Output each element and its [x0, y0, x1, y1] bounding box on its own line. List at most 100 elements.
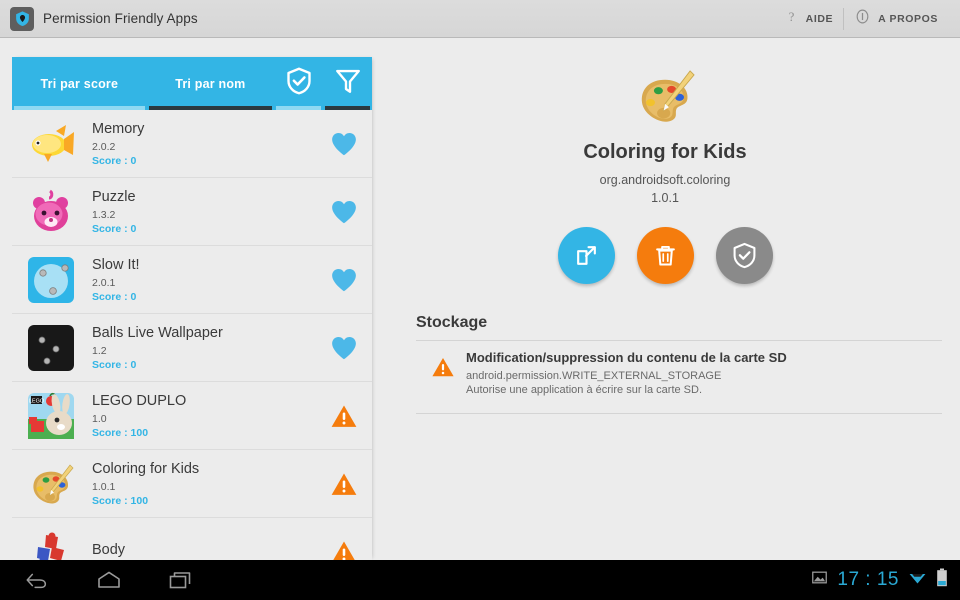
list-item-meta: Balls Live Wallpaper 1.2 Score : 0 [76, 324, 316, 371]
tab-shield-filter[interactable] [274, 57, 323, 110]
tab-sort-by-score[interactable]: Tri par score [12, 57, 147, 110]
app-window: Permission Friendly Apps ? AIDE A PROPOS… [0, 0, 960, 600]
launch-app-button[interactable] [557, 227, 615, 284]
home-button[interactable] [94, 567, 124, 593]
status-badge[interactable] [316, 333, 372, 363]
section-title: Stockage [416, 314, 488, 331]
list-item[interactable]: Memory 2.0.2 Score : 0 [12, 110, 372, 178]
app-score: Score : 0 [92, 223, 137, 236]
window-title: Permission Friendly Apps [43, 11, 198, 26]
storage-section: Stockage Modification/suppression du con… [416, 314, 942, 414]
list-item-meta: Coloring for Kids 1.0.1 Score : 100 [76, 460, 316, 507]
status-badge[interactable] [316, 538, 372, 560]
battery-icon[interactable] [936, 568, 948, 592]
app-score: Score : 0 [92, 155, 137, 168]
app-detail-panel: Coloring for Kids org.androidsoft.colori… [380, 45, 950, 560]
heart-icon [332, 132, 356, 155]
list-item[interactable]: Coloring for Kids 1.0.1 Score : 100 [12, 450, 372, 518]
puzzle-pieces-icon [26, 527, 76, 560]
status-badge[interactable] [316, 197, 372, 227]
tab-sort-by-name[interactable]: Tri par nom [147, 57, 274, 110]
open-external-icon [576, 246, 596, 265]
app-name: LEGO DUPLO [92, 392, 187, 409]
list-item-meta: Memory 2.0.2 Score : 0 [76, 120, 316, 167]
status-badge[interactable] [316, 129, 372, 159]
palette-icon [26, 459, 76, 509]
shield-check-icon [733, 242, 755, 269]
app-version: 2.0.1 [92, 277, 116, 290]
app-name: Balls Live Wallpaper [92, 324, 223, 341]
fish-icon [26, 119, 76, 169]
about-action[interactable]: A PROPOS [844, 0, 948, 37]
permission-constant: android.permission.WRITE_EXTERNAL_STORAG… [466, 370, 722, 382]
app-list-panel: Tri par score Tri par nom Memory 2.0.2 S… [12, 57, 372, 560]
permission-divider [416, 413, 942, 414]
list-item[interactable]: Balls Live Wallpaper 1.2 Score : 0 [12, 314, 372, 382]
warning-triangle-icon [331, 473, 357, 495]
app-version: 1.3.2 [92, 209, 116, 222]
info-circle-icon [854, 8, 871, 30]
list-item[interactable]: Slow It! 2.0.1 Score : 0 [12, 246, 372, 314]
tab-funnel-filter[interactable] [323, 57, 372, 110]
system-clock: 17 : 15 [837, 569, 899, 590]
list-item-meta: Slow It! 2.0.1 Score : 0 [76, 256, 316, 303]
title-bar-actions: ? AIDE A PROPOS [774, 0, 960, 37]
app-score: Score : 0 [92, 291, 137, 304]
list-item-meta: Body [76, 541, 316, 560]
tab-bar: Tri par score Tri par nom [12, 57, 372, 110]
app-list[interactable]: Memory 2.0.2 Score : 0 Puzzle 1.3.2 Scor… [12, 110, 372, 560]
recents-button[interactable] [166, 567, 196, 593]
trash-icon [655, 245, 675, 266]
system-navigation-bar: 17 : 15 [0, 560, 960, 600]
tab-sort-by-name-label: Tri par nom [175, 76, 246, 91]
title-bar-left: Permission Friendly Apps [0, 6, 198, 31]
app-version: 1.0 [92, 413, 107, 426]
permission-item[interactable]: Modification/suppression du contenu de l… [416, 341, 942, 405]
question-mark-icon: ? [784, 8, 799, 30]
system-status-area: 17 : 15 [811, 568, 960, 592]
list-item[interactable]: Body [12, 518, 372, 560]
shield-icon [10, 6, 34, 31]
back-button[interactable] [22, 567, 52, 593]
tab-sort-by-score-label: Tri par score [40, 76, 119, 91]
permission-title: Modification/suppression du contenu de l… [466, 350, 787, 365]
app-name: Coloring for Kids [92, 460, 200, 477]
list-item[interactable]: LEGO LEGO DUPLO 1.0 Score: 100 [12, 382, 372, 450]
app-name: Puzzle [92, 188, 136, 205]
warning-triangle-icon [420, 350, 466, 396]
help-action[interactable]: ? AIDE [774, 0, 844, 37]
shield-check-button[interactable] [715, 227, 773, 284]
wifi-icon[interactable] [908, 570, 927, 591]
palette-icon [632, 63, 698, 129]
status-badge[interactable] [316, 470, 372, 498]
detail-action-buttons [380, 227, 950, 284]
status-badge[interactable] [316, 265, 372, 295]
list-item[interactable]: Puzzle 1.3.2 Score : 0 [12, 178, 372, 246]
app-version: 1.0.1 [92, 481, 116, 494]
list-item-meta: LEGO DUPLO 1.0 Score : 100 [76, 392, 316, 439]
uninstall-app-button[interactable] [636, 227, 694, 284]
list-item-meta: Puzzle 1.3.2 Score : 0 [76, 188, 316, 235]
back-arrow-icon [26, 573, 47, 589]
heart-icon [332, 268, 356, 291]
app-score: Score : 0 [92, 359, 137, 372]
app-score: Score : 100 [92, 427, 149, 440]
help-label: AIDE [805, 12, 834, 25]
warning-triangle-icon [331, 405, 357, 427]
detail-app-name: Coloring for Kids [583, 141, 747, 163]
app-version: 1.2 [92, 345, 107, 358]
image-icon[interactable] [811, 569, 828, 591]
svg-text:?: ? [788, 9, 794, 23]
detail-header: Coloring for Kids org.androidsoft.colori… [380, 45, 950, 205]
detail-version: 1.0.1 [651, 191, 679, 205]
svg-text:LEGO: LEGO [29, 398, 45, 404]
funnel-filter-icon [333, 66, 363, 101]
heart-icon [332, 336, 356, 359]
status-badge[interactable] [316, 402, 372, 430]
permission-description: Autorise une application à écrire sur la… [466, 384, 703, 396]
app-version: 2.0.2 [92, 141, 116, 154]
title-bar: Permission Friendly Apps ? AIDE A PROPOS [0, 0, 960, 38]
nav-buttons [0, 567, 196, 593]
bear-icon [26, 187, 76, 237]
app-name: Memory [92, 120, 145, 137]
